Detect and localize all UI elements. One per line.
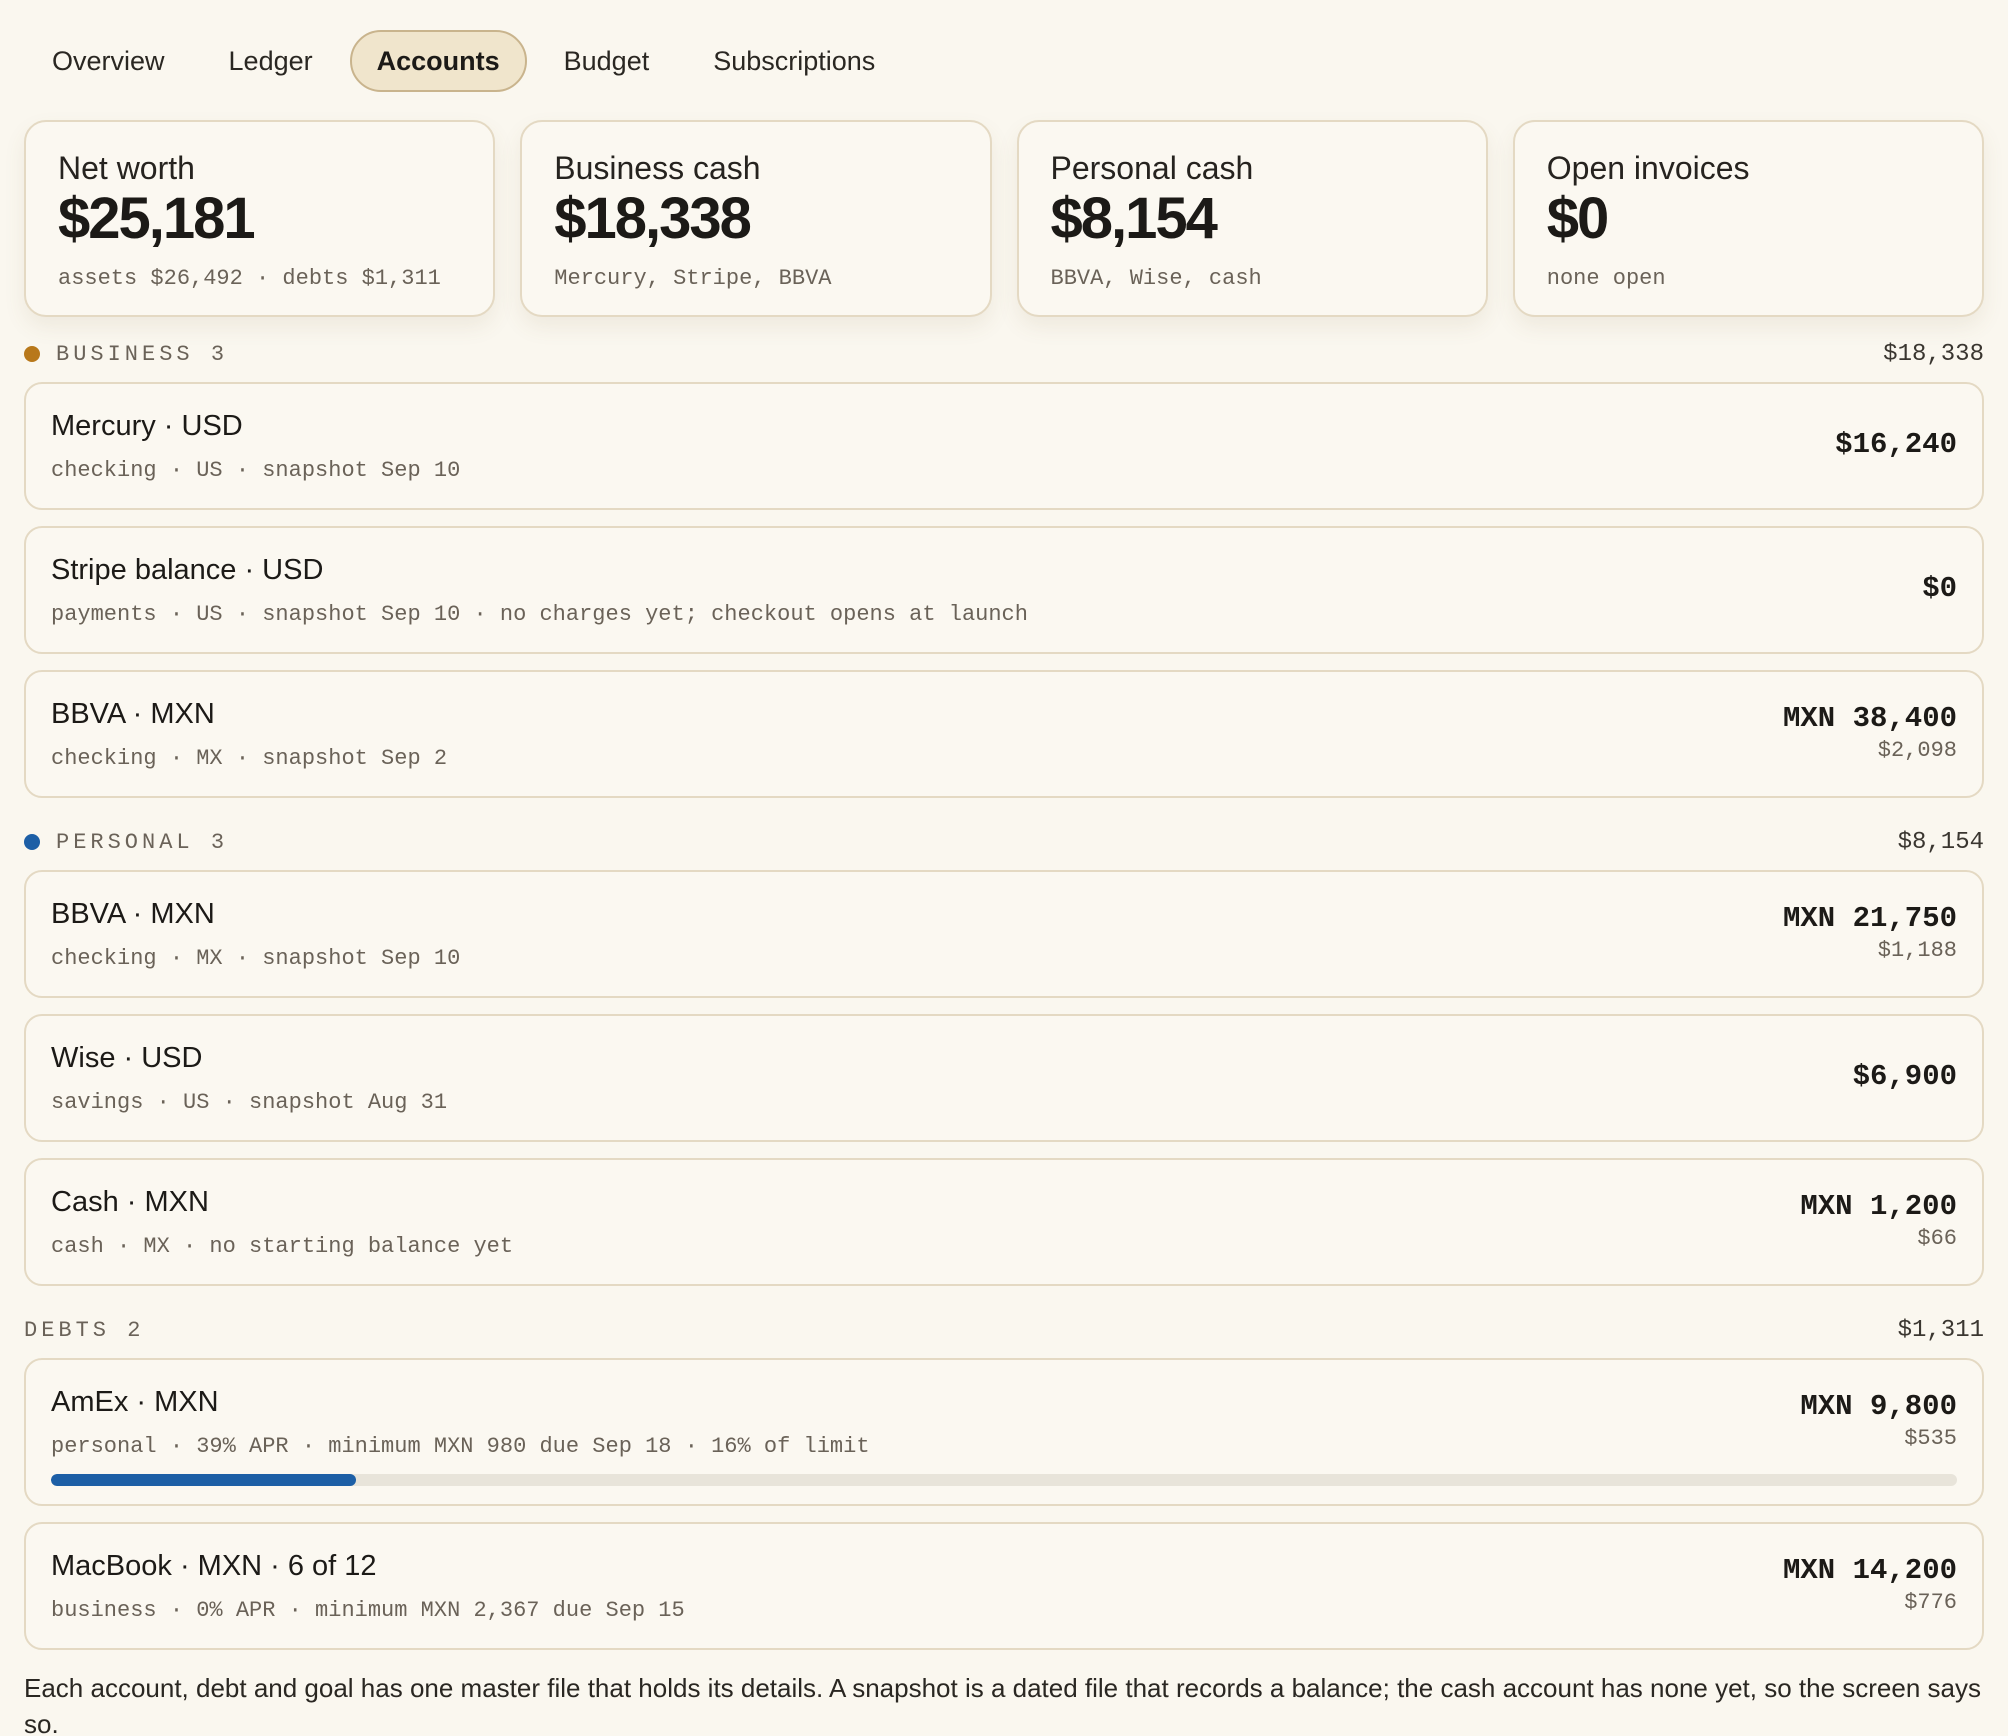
account-balance: $6,900 [1852, 1060, 1957, 1093]
account-name: BBVA · MXN [51, 698, 215, 730]
card-subtitle: Mercury, Stripe, BBVA [554, 266, 832, 291]
account-usd-equivalent: $66 [1917, 1226, 1957, 1251]
account-usd-equivalent: $2,098 [1877, 738, 1957, 763]
account-name: Stripe balance · USD [51, 554, 324, 586]
section-header-personal: PERSONAL 3 $8,154 [24, 827, 1984, 857]
section-label: DEBTS 2 [24, 1317, 145, 1343]
account-usd-equivalent: $1,188 [1877, 938, 1957, 963]
account-row-stripe[interactable]: Stripe balance · USD payments · US · sna… [24, 526, 1984, 654]
section-label: BUSINESS 3 [56, 341, 229, 367]
account-meta: cash · MX · no starting balance yet [51, 1234, 514, 1259]
card-title: Open invoices [1546, 150, 1750, 186]
card-value: $25,181 [58, 186, 256, 251]
credit-utilization-fill [51, 1474, 356, 1486]
card-subtitle: none open [1546, 266, 1666, 291]
card-value: $18,338 [554, 186, 752, 251]
tab-overview[interactable]: Overview [25, 30, 192, 92]
account-balance: $16,240 [1835, 428, 1957, 461]
section-total: $1,311 [1897, 1316, 1984, 1344]
account-row-mercury[interactable]: Mercury · USD checking · US · snapshot S… [24, 382, 1984, 510]
account-name: Wise · USD [51, 1042, 203, 1074]
debt-name: AmEx · MXN [51, 1386, 219, 1418]
card-subtitle: assets $26,492 · debts $1,311 [58, 266, 441, 291]
summary-cards: Net worth $25,181 assets $26,492 · debts… [24, 120, 1984, 317]
debt-row-macbook[interactable]: MacBook · MXN · 6 of 12 business · 0% AP… [24, 1522, 1984, 1650]
debt-usd-equivalent: $776 [1904, 1590, 1957, 1615]
section-label: PERSONAL 3 [56, 829, 229, 855]
open-invoices-card: Open invoices $0 none open [1512, 120, 1984, 317]
account-meta: checking · MX · snapshot Sep 10 [51, 946, 461, 971]
account-name: Cash · MXN [51, 1186, 209, 1218]
account-name: Mercury · USD [51, 410, 243, 442]
debt-row-amex[interactable]: AmEx · MXN personal · 39% APR · minimum … [24, 1358, 1984, 1506]
debt-meta: personal · 39% APR · minimum MXN 980 due… [51, 1434, 870, 1459]
card-value: $8,154 [1050, 186, 1218, 251]
personal-cash-card: Personal cash $8,154 BBVA, Wise, cash [1016, 120, 1488, 317]
section-total: $8,154 [1897, 828, 1984, 856]
account-row-bbva-personal[interactable]: BBVA · MXN checking · MX · snapshot Sep … [24, 870, 1984, 998]
tab-budget[interactable]: Budget [537, 30, 677, 92]
debt-usd-equivalent: $535 [1904, 1426, 1957, 1451]
net-worth-card: Net worth $25,181 assets $26,492 · debts… [24, 120, 496, 317]
account-balance: MXN 1,200 [1800, 1190, 1957, 1223]
credit-utilization-bar [51, 1474, 1957, 1486]
tab-accounts[interactable]: Accounts [349, 30, 527, 92]
card-subtitle: BBVA, Wise, cash [1050, 266, 1262, 291]
account-row-cash[interactable]: Cash · MXN cash · MX · no starting balan… [24, 1158, 1984, 1286]
personal-dot-icon [24, 834, 40, 850]
tab-bar: Overview Ledger Accounts Budget Subscrip… [25, 30, 912, 92]
card-title: Personal cash [1050, 150, 1254, 186]
business-cash-card: Business cash $18,338 Mercury, Stripe, B… [520, 120, 992, 317]
account-meta: payments · US · snapshot Sep 10 · no cha… [51, 602, 1028, 627]
business-dot-icon [24, 346, 40, 362]
footnote: Each account, debt and goal has one mast… [24, 1673, 1981, 1736]
account-name: BBVA · MXN [51, 898, 215, 930]
accounts-page: Overview Ledger Accounts Budget Subscrip… [0, 0, 2008, 1736]
account-balance: $0 [1922, 572, 1957, 605]
section-header-debts: DEBTS 2 $1,311 [24, 1315, 1984, 1345]
tab-ledger[interactable]: Ledger [202, 30, 340, 92]
account-meta: savings · US · snapshot Aug 31 [51, 1090, 448, 1115]
section-total: $18,338 [1883, 340, 1984, 368]
debt-meta: business · 0% APR · minimum MXN 2,367 du… [51, 1598, 685, 1623]
account-meta: checking · US · snapshot Sep 10 [51, 458, 461, 483]
account-balance: MXN 38,400 [1782, 702, 1957, 735]
account-row-wise[interactable]: Wise · USD savings · US · snapshot Aug 3… [24, 1014, 1984, 1142]
debt-name: MacBook · MXN · 6 of 12 [51, 1550, 377, 1582]
account-balance: MXN 21,750 [1782, 902, 1957, 935]
debt-balance: MXN 14,200 [1782, 1554, 1957, 1587]
card-value: $0 [1546, 186, 1610, 251]
debt-balance: MXN 9,800 [1800, 1390, 1957, 1423]
account-row-bbva-business[interactable]: BBVA · MXN checking · MX · snapshot Sep … [24, 670, 1984, 798]
tab-subscriptions[interactable]: Subscriptions [686, 30, 902, 92]
card-title: Net worth [58, 150, 195, 186]
section-header-business: BUSINESS 3 $18,338 [24, 339, 1984, 369]
card-title: Business cash [554, 150, 761, 186]
account-meta: checking · MX · snapshot Sep 2 [51, 746, 448, 771]
